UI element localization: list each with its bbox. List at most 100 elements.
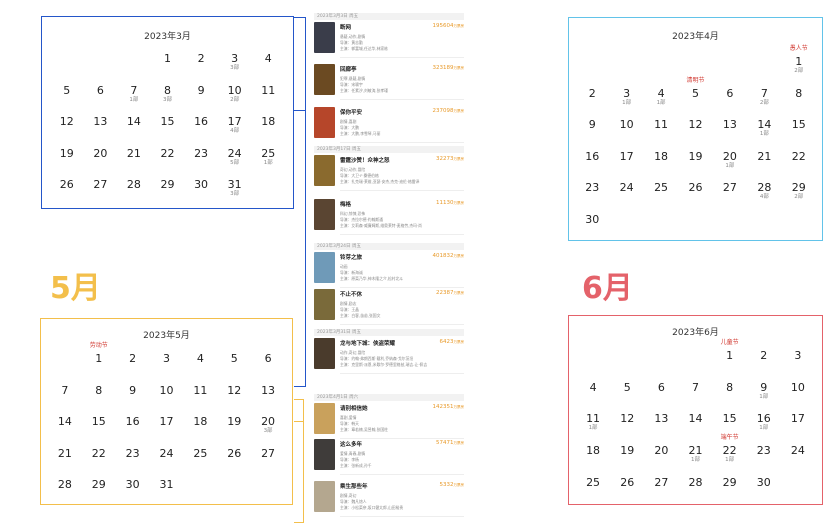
- calendar-day[interactable]: 15: [82, 416, 116, 448]
- calendar-day[interactable]: 劳动节 1: [82, 343, 116, 385]
- calendar-day[interactable]: 19: [50, 147, 84, 180]
- calendar-day[interactable]: 26: [50, 179, 84, 211]
- calendar-day[interactable]: 17: [609, 150, 643, 183]
- film-entry[interactable]: 龙与地下城：侠盗荣耀 6423万票房 动作,奇幻,冒险 导演：约翰·弗朗西斯·戴利,乔…: [314, 338, 464, 374]
- calendar-day[interactable]: 27: [84, 179, 118, 211]
- calendar-day[interactable]: 22: [82, 447, 116, 480]
- calendar-day[interactable]: 3: [150, 353, 184, 385]
- calendar-day[interactable]: 21 1部: [678, 445, 712, 477]
- calendar-day[interactable]: 9: [575, 119, 609, 151]
- calendar-day[interactable]: 12: [217, 384, 251, 417]
- calendar-day[interactable]: 30: [116, 479, 150, 511]
- calendar-day[interactable]: 2: [184, 53, 218, 85]
- film-poster[interactable]: [314, 107, 335, 138]
- calendar-day[interactable]: 30: [747, 476, 781, 509]
- calendar-day[interactable]: 24 5部: [218, 147, 252, 180]
- calendar-day[interactable]: 23: [747, 445, 781, 477]
- film-entry[interactable]: 梅格 11130万票房 科幻,惊悚,恐怖 导演：杰拉尔德·约翰斯通 主演：艾莉森·威廉姆…: [314, 199, 464, 235]
- calendar-day[interactable]: 端午节 22 1部: [713, 435, 747, 477]
- calendar-day[interactable]: 12: [678, 119, 712, 151]
- calendar-day[interactable]: 22: [151, 147, 185, 180]
- calendar-day[interactable]: 31 3部: [218, 179, 252, 211]
- calendar-day[interactable]: 3 3部: [218, 53, 252, 85]
- film-entry[interactable]: 铃芽之旅 401832万票房 动画 导演：新海诚 主演：原菜乃华,神木隆之介,松村北斗: [314, 252, 464, 288]
- calendar-day[interactable]: 27: [713, 182, 747, 214]
- calendar-day[interactable]: 25: [644, 182, 678, 214]
- calendar-day[interactable]: 17: [781, 413, 815, 445]
- calendar-day[interactable]: 12: [610, 413, 644, 445]
- calendar-day[interactable]: 29: [151, 179, 185, 211]
- calendar-day[interactable]: 28: [48, 479, 82, 511]
- calendar-day[interactable]: 25: [576, 476, 610, 509]
- calendar-day[interactable]: 10: [781, 381, 815, 414]
- calendar-day[interactable]: 7: [678, 381, 712, 414]
- calendar-day[interactable]: 16 1部: [747, 413, 781, 445]
- calendar-day[interactable]: 14 1部: [747, 119, 781, 151]
- calendar-day[interactable]: 27: [251, 447, 285, 480]
- calendar-day[interactable]: 10: [150, 384, 184, 417]
- calendar-day[interactable]: 19: [217, 416, 251, 448]
- calendar-day[interactable]: 10: [609, 119, 643, 151]
- calendar-day[interactable]: 28 4部: [747, 182, 781, 214]
- calendar-day[interactable]: 24: [609, 182, 643, 214]
- calendar-day[interactable]: 18: [576, 445, 610, 477]
- film-poster[interactable]: [314, 64, 335, 95]
- calendar-day[interactable]: 23: [184, 147, 218, 180]
- calendar-day[interactable]: 6: [251, 353, 285, 385]
- calendar-day[interactable]: 9: [184, 84, 218, 117]
- calendar-day[interactable]: 11: [251, 84, 285, 117]
- film-poster[interactable]: [314, 252, 335, 283]
- calendar-day[interactable]: 25 1部: [251, 147, 285, 180]
- calendar-day[interactable]: 4: [251, 53, 285, 85]
- film-entry[interactable]: 不止不休 22387万票房 剧情,励志 导演：王晶 主演：白客,苗苗,张国文: [314, 289, 464, 325]
- calendar-day[interactable]: 5: [610, 381, 644, 414]
- calendar-day[interactable]: 30: [575, 213, 609, 246]
- calendar-day[interactable]: 22: [782, 150, 816, 183]
- calendar-day[interactable]: 7 2部: [747, 87, 781, 120]
- calendar-day[interactable]: 21: [747, 150, 781, 183]
- calendar-day[interactable]: 1: [151, 53, 185, 85]
- calendar-day[interactable]: 6: [84, 84, 118, 117]
- calendar-day[interactable]: 4 1部: [644, 87, 678, 120]
- calendar-day[interactable]: 2: [575, 87, 609, 120]
- calendar-day[interactable]: 4: [576, 381, 610, 414]
- calendar-day[interactable]: 10 2部: [218, 84, 252, 117]
- calendar-day[interactable]: 13: [713, 119, 747, 151]
- calendar-day[interactable]: 13: [251, 384, 285, 417]
- calendar-day[interactable]: 15: [782, 119, 816, 151]
- calendar-day[interactable]: 23: [116, 447, 150, 480]
- calendar-day[interactable]: 18: [644, 150, 678, 183]
- film-entry[interactable]: 乘生那些年 5332万票房 剧情,奇幻 导演：魏凡煊人 主演：小松菜奈,坂口健太郎,山田…: [314, 481, 464, 517]
- film-poster[interactable]: [314, 155, 335, 186]
- calendar-day[interactable]: 20 1部: [713, 150, 747, 183]
- calendar-day[interactable]: 13: [644, 413, 678, 445]
- film-poster[interactable]: [314, 22, 335, 53]
- calendar-day[interactable]: 18: [183, 416, 217, 448]
- film-poster[interactable]: [314, 338, 335, 369]
- calendar-day[interactable]: 8: [82, 384, 116, 417]
- calendar-day[interactable]: 16: [116, 416, 150, 448]
- calendar-day[interactable]: 20: [644, 445, 678, 477]
- calendar-day[interactable]: 31: [150, 479, 184, 511]
- calendar-day[interactable]: 6: [713, 87, 747, 120]
- calendar-day[interactable]: 12: [50, 116, 84, 148]
- film-poster[interactable]: [314, 481, 335, 512]
- calendar-day[interactable]: 儿童节 1: [713, 340, 747, 382]
- calendar-day[interactable]: 清明节 5: [678, 77, 712, 120]
- calendar-day[interactable]: 5: [217, 353, 251, 385]
- calendar-day[interactable]: 3 1部: [609, 87, 643, 120]
- calendar-day[interactable]: 21: [48, 447, 82, 480]
- calendar-day[interactable]: 14: [48, 416, 82, 448]
- calendar-day[interactable]: 26: [610, 476, 644, 509]
- calendar-day[interactable]: 9 1部: [747, 381, 781, 414]
- calendar-day[interactable]: 2: [116, 353, 150, 385]
- calendar-day[interactable]: 8 3部: [151, 84, 185, 117]
- calendar-day[interactable]: 8: [782, 87, 816, 120]
- calendar-day[interactable]: 25: [183, 447, 217, 480]
- calendar-day[interactable]: 11 1部: [576, 413, 610, 445]
- calendar-day[interactable]: 14: [678, 413, 712, 445]
- calendar-day[interactable]: 14: [117, 116, 151, 148]
- film-entry[interactable]: 断网 195604万票房 悬疑,动作,剧情 导演：黄志勤 主演：郭富城,任达华,林家栋: [314, 22, 464, 58]
- film-entry[interactable]: 保你平安 237098万票房 剧情,喜剧 导演：大鹏 主演：大鹏,李雪琴,马丽: [314, 107, 464, 143]
- calendar-day[interactable]: 29 2部: [782, 182, 816, 214]
